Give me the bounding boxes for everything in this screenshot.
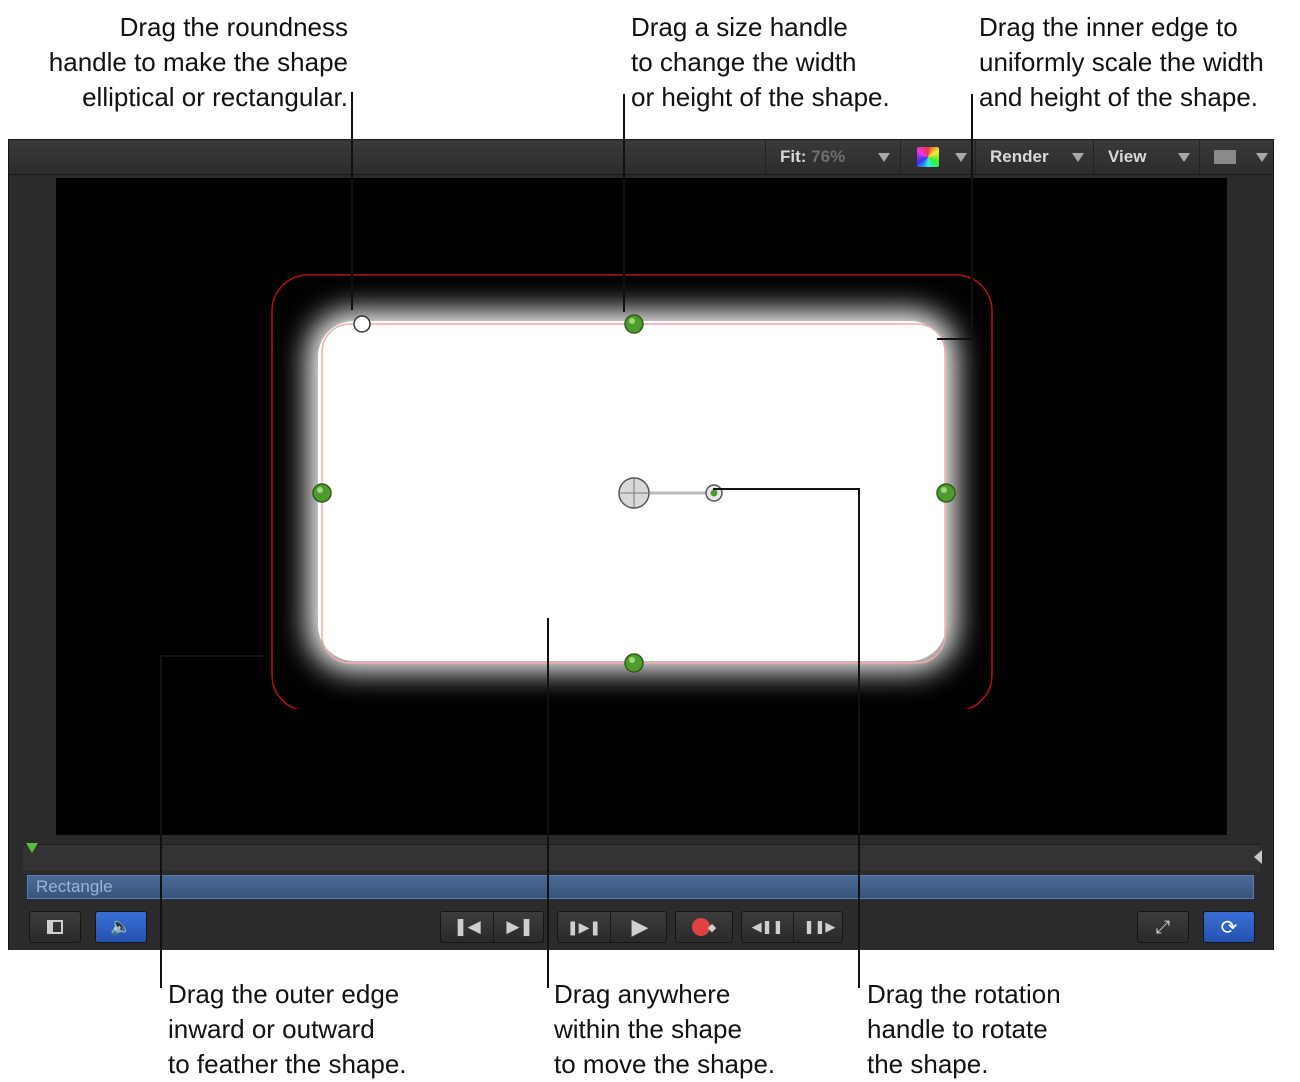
- play-range-button[interactable]: ❚▶❚: [558, 912, 610, 942]
- fit-label: Fit:: [780, 147, 807, 166]
- leader-line-outer-edge-h: [160, 655, 264, 657]
- canvas-toolbar: Fit: 76% Render View: [9, 140, 1273, 175]
- callout-inner-edge: Drag the inner edge to uniformly scale t…: [979, 12, 1264, 112]
- leader-line-rotation-v: [858, 488, 860, 988]
- frame-step-group: ◀❚❚ ❚❚▶: [741, 911, 843, 943]
- leader-line-move: [547, 618, 549, 988]
- leader-line-roundness: [351, 92, 353, 310]
- layout-icon: [47, 920, 63, 934]
- callout-roundness: Drag the roundness handle to make the sh…: [48, 12, 348, 112]
- render-label: Render: [990, 147, 1049, 166]
- view-menu[interactable]: View: [1093, 140, 1199, 174]
- layout-toggle-button[interactable]: [29, 911, 81, 943]
- leader-line-inner-edge-v: [971, 94, 973, 340]
- chevron-down-icon: [878, 153, 890, 162]
- chevron-down-icon: [955, 153, 967, 162]
- callout-size-handle: Drag a size handle to change the width o…: [631, 12, 890, 112]
- leader-line-inner-edge-h: [937, 338, 973, 340]
- play-range-icon: ❚▶❚: [566, 918, 602, 935]
- color-channels-icon: [917, 147, 939, 167]
- rectangle-shape[interactable]: [270, 273, 994, 709]
- callout-move: Drag anywhere within the shape to move t…: [554, 979, 776, 1079]
- audio-button[interactable]: 🔈: [95, 911, 147, 943]
- timeline-track-bar[interactable]: Rectangle: [27, 875, 1254, 899]
- go-to-start-icon: ❚◀: [453, 917, 481, 936]
- canvas-stage[interactable]: [56, 178, 1227, 835]
- chevron-down-icon: [1256, 153, 1268, 162]
- view-label: View: [1108, 147, 1147, 166]
- go-to-end-button[interactable]: ▶❚: [493, 912, 546, 942]
- leader-line-outer-edge-v: [160, 655, 162, 988]
- keyframe-icon: ◆: [707, 921, 717, 934]
- layout-icon: [1214, 150, 1236, 164]
- layout-menu[interactable]: [1199, 140, 1275, 174]
- size-handle-right[interactable]: [936, 483, 956, 503]
- canvas-window: Fit: 76% Render View Rectangle 🔈 ❚◀ ▶❚ ❚…: [8, 139, 1274, 950]
- chevron-down-icon: [1178, 153, 1190, 162]
- size-handle-bottom[interactable]: [624, 653, 644, 673]
- go-to-start-button[interactable]: ❚◀: [441, 912, 493, 942]
- transport-group-2: ❚▶❚ ▶: [557, 911, 667, 943]
- leader-line-size-handle: [623, 94, 625, 312]
- record-button[interactable]: ◆: [675, 911, 733, 943]
- render-menu[interactable]: Render: [975, 140, 1093, 174]
- fit-zoom-menu[interactable]: Fit: 76%: [765, 140, 900, 174]
- leader-line-rotation-h: [713, 488, 860, 490]
- size-handle-left[interactable]: [312, 483, 332, 503]
- track-label: Rectangle: [36, 877, 113, 896]
- size-handle-top[interactable]: [624, 314, 644, 334]
- audio-icon: 🔈: [110, 917, 132, 936]
- loop-icon: ⟳: [1220, 916, 1238, 939]
- playhead-icon[interactable]: [26, 843, 38, 853]
- transport-bar: 🔈 ❚◀ ▶❚ ❚▶❚ ▶ ◆ ◀❚❚ ❚❚▶ ⤢ ⟳: [9, 902, 1273, 950]
- go-to-end-icon: ▶❚: [506, 917, 534, 936]
- fullscreen-button[interactable]: ⤢: [1137, 911, 1189, 943]
- fit-value: 76%: [811, 147, 846, 166]
- callout-outer-edge: Drag the outer edge inward or outward to…: [168, 979, 407, 1079]
- fullscreen-icon: ⤢: [1155, 916, 1171, 937]
- play-button[interactable]: ▶: [610, 912, 669, 942]
- previous-frame-button[interactable]: ◀❚❚: [742, 912, 793, 942]
- previous-frame-icon: ◀❚❚: [751, 919, 784, 934]
- mini-timeline[interactable]: [23, 843, 1262, 871]
- play-icon: ▶: [631, 914, 649, 939]
- chevron-down-icon: [1072, 153, 1084, 162]
- transport-group-1: ❚◀ ▶❚: [440, 911, 544, 943]
- loop-button[interactable]: ⟳: [1203, 911, 1255, 943]
- center-handle[interactable]: [618, 477, 650, 509]
- next-frame-icon: ❚❚▶: [803, 919, 836, 934]
- roundness-handle[interactable]: [353, 315, 371, 333]
- callout-rotation: Drag the rotation handle to rotate the s…: [867, 979, 1061, 1079]
- out-point-icon[interactable]: [1254, 850, 1262, 864]
- color-channels-menu[interactable]: [900, 140, 975, 174]
- next-frame-button[interactable]: ❚❚▶: [793, 912, 845, 942]
